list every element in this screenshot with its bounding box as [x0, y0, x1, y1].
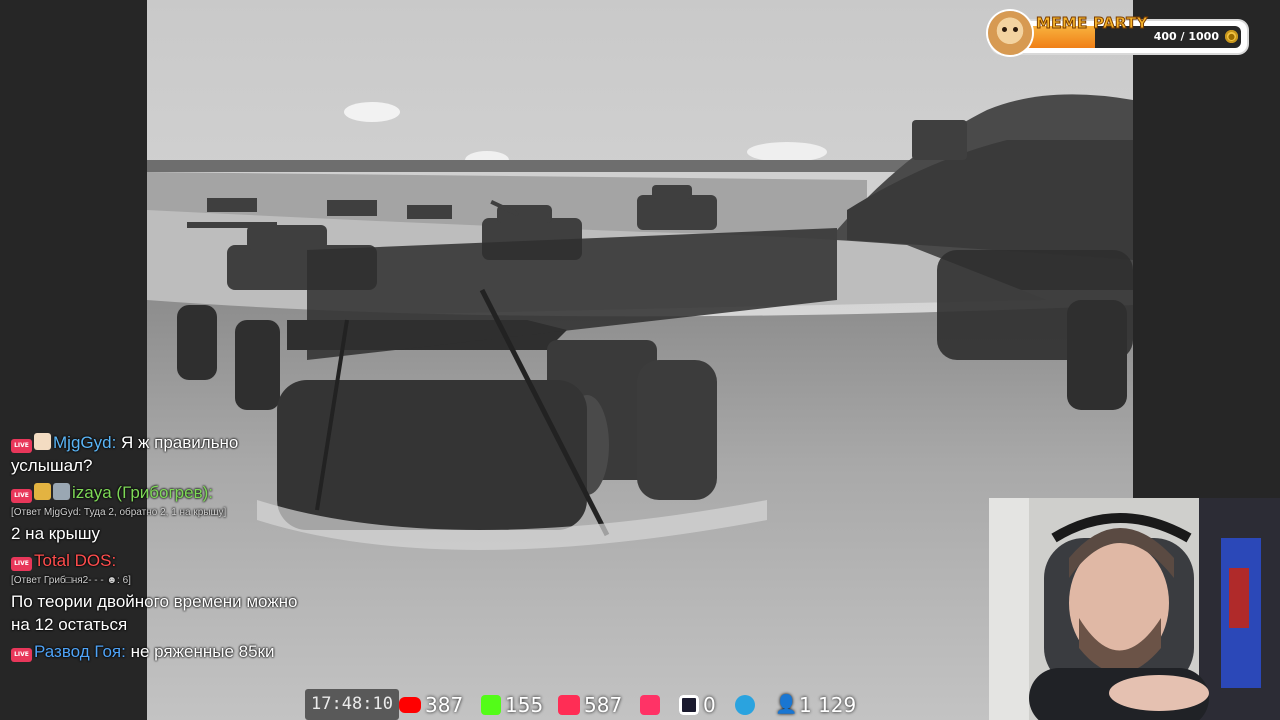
chat-username[interactable]: izaya (Грибогрев): — [72, 483, 213, 502]
live-badge-icon: LIVE — [11, 439, 32, 453]
vkvideo-stat — [640, 689, 664, 720]
live-badge-icon: LIVE — [11, 648, 32, 662]
chat-reply-quote: [Ответ Гриб□ня2- - - ☻: 6] — [11, 575, 131, 586]
telegram-icon — [735, 694, 755, 715]
chat-message: LIVE Развод Гоя: не ряженные 85ки — [11, 640, 301, 663]
stream-clock: 17:48:10 — [305, 689, 399, 720]
chat-text: не ряженные 85ки — [130, 642, 275, 661]
webcam-frame — [989, 498, 1280, 720]
chat-username[interactable]: MjgGyd: — [53, 433, 116, 452]
telegram-stat — [735, 689, 759, 720]
chat-text: 2 на крышу — [11, 524, 100, 543]
chat-message-body: LIVE izaya (Грибогрев): — [11, 481, 301, 504]
rutube-icon — [679, 694, 699, 715]
doge-icon — [988, 11, 1032, 55]
meme-party-title: MEME PARTY — [1036, 14, 1148, 33]
vk-video-icon — [640, 694, 660, 715]
chat-reply-quote: [Ответ MjgGyd: Туда 2, обратно 2, 1 на к… — [11, 507, 227, 518]
chat-overlay: LIVE MjgGyd: Я ж правильно услышал? LIVE iz… — [11, 431, 301, 667]
chat-message: LIVE Total DOS: [Ответ Гриб□ня2- - - ☻: 6]… — [11, 549, 301, 636]
meme-progress-text: 400 / 1000 — [1153, 30, 1219, 43]
vklive-stat: 587 — [558, 689, 622, 720]
chat-message-body: LIVE Развод Гоя: не ряженные 85ки — [11, 640, 301, 663]
scroll-badge-icon — [34, 433, 51, 450]
kick-count: 155 — [505, 692, 544, 717]
vk-live-icon — [558, 694, 580, 715]
meme-party-widget: MEME PARTY 400 / 1000 ● — [988, 11, 1247, 55]
stream-stats-bar: 17:48:10 387 155 587 0 👤 1 129 — [305, 689, 865, 720]
chat-username[interactable]: Total DOS: — [34, 551, 116, 570]
rutube-count: 0 — [703, 692, 716, 717]
chat-message-body: LIVE Total DOS: — [11, 549, 301, 572]
chat-username[interactable]: Развод Гоя: — [34, 642, 126, 661]
face-badge-icon — [53, 483, 70, 500]
viewers-icon: 👤 — [775, 693, 798, 715]
kick-stat: 155 — [481, 689, 543, 720]
chat-message-body: LIVE MjgGyd: Я ж правильно услышал? — [11, 431, 301, 477]
kick-icon — [481, 694, 501, 715]
viewers-stat: 👤 1 129 — [775, 689, 856, 720]
webcam-overlay — [989, 498, 1280, 720]
viewers-count: 1 129 — [799, 692, 857, 717]
live-badge-icon: LIVE — [11, 489, 32, 503]
live-badge-icon: LIVE — [11, 557, 32, 571]
trophy-badge-icon — [34, 483, 51, 500]
youtube-icon — [399, 696, 421, 713]
youtube-stat: 387 — [399, 689, 463, 720]
chat-text: По теории двойного времени можно на 12 о… — [11, 592, 298, 634]
chat-message: LIVE MjgGyd: Я ж правильно услышал? — [11, 431, 301, 477]
coin-icon: ● — [1225, 30, 1238, 43]
rutube-stat: 0 — [679, 689, 716, 720]
chat-message: LIVE izaya (Грибогрев): [Ответ MjgGyd: Туд… — [11, 481, 301, 545]
youtube-count: 387 — [425, 692, 464, 717]
vklive-count: 587 — [584, 692, 623, 717]
